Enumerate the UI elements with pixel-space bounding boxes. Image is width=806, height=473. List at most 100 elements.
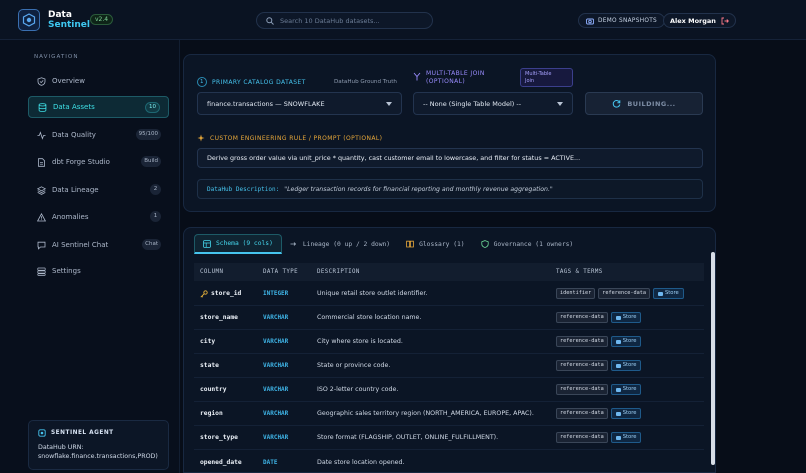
- user-name: Alex Morgan: [670, 16, 716, 25]
- sidebar-item-label: Data Lineage: [52, 186, 99, 194]
- sentinel-agent-panel: SENTINEL AGENT DataHub URN: snowflake.fi…: [28, 420, 169, 470]
- data-type: DATE: [263, 458, 278, 466]
- column-name: region: [200, 410, 223, 417]
- logout-icon[interactable]: [721, 17, 729, 25]
- tab-lineage[interactable]: Lineage (0 up / 2 down): [282, 234, 398, 254]
- table-row[interactable]: city VARCHAR City where store is located…: [194, 330, 704, 354]
- database-icon: [37, 102, 47, 112]
- datahub-description-value: "Ledger transaction records for financia…: [284, 185, 553, 193]
- primary-dataset-label: 1 PRIMARY CATALOG DATASET: [197, 77, 306, 87]
- column-name-cell: store_id: [200, 282, 241, 305]
- brand: Data Sentinel: [48, 10, 90, 30]
- glossary-term-badge[interactable]: Store: [610, 360, 642, 371]
- column-name: state: [200, 362, 219, 369]
- tab-schema-label: Schema (9 cols): [216, 240, 273, 247]
- table-row[interactable]: country VARCHAR ISO 2-letter country cod…: [194, 378, 704, 402]
- tag-badge[interactable]: reference-data: [556, 312, 608, 323]
- tags-cell: identifier reference-data Store: [556, 282, 684, 305]
- sidebar-item-data-quality[interactable]: Data Quality 95/100: [28, 124, 169, 146]
- tag-badge[interactable]: reference-data: [556, 336, 608, 347]
- schema-scrollbar[interactable]: [711, 252, 715, 465]
- agent-urn-line-1: DataHub URN:: [38, 444, 84, 451]
- shield-icon: [480, 240, 489, 248]
- sidebar-item-label: Data Quality: [52, 131, 96, 139]
- custom-rule-value: Derive gross order value via unit_price …: [207, 154, 581, 162]
- sidebar-item-data-lineage[interactable]: Data Lineage 2: [28, 179, 169, 201]
- tags-cell: reference-data Store: [556, 330, 642, 353]
- refresh-icon: [613, 100, 621, 108]
- tag-badge[interactable]: reference-data: [556, 384, 608, 395]
- chevron-down-icon: [386, 101, 392, 106]
- build-button-label: BUILDING...: [627, 99, 676, 108]
- tab-schema[interactable]: Schema (9 cols): [194, 234, 282, 254]
- sidebar-item-anomalies[interactable]: Anomalies 1: [28, 206, 169, 228]
- glossary-term-badge[interactable]: Store: [610, 432, 642, 443]
- term-label: Store: [622, 362, 637, 368]
- glossary-term-badge[interactable]: Store: [652, 288, 684, 299]
- sidebar-item-label: Anomalies: [52, 213, 89, 221]
- sidebar-item-ai-sentinel-chat[interactable]: AI Sentinel Chat Chat: [28, 234, 169, 256]
- data-type: INTEGER: [263, 290, 289, 297]
- join-table-value: -- None (Single Table Model) --: [423, 99, 522, 108]
- column-name: country: [200, 386, 227, 393]
- tags-cell: reference-data Store: [556, 306, 642, 329]
- multi-table-chip-line-1: Multi-Table: [525, 71, 552, 77]
- demo-snapshots-label: DEMO SNAPSHOTS: [598, 17, 658, 24]
- custom-rule-input[interactable]: Derive gross order value via unit_price …: [197, 148, 703, 168]
- demo-snapshots-button[interactable]: DEMO SNAPSHOTS: [578, 13, 666, 28]
- column-description: ISO 2-letter country code.: [317, 386, 399, 393]
- sidebar-item-settings[interactable]: Settings: [28, 260, 169, 282]
- sidebar-item-data-assets[interactable]: Data Assets 10: [28, 96, 169, 118]
- table-row[interactable]: store_type VARCHAR Store format (FLAGSHI…: [194, 426, 704, 450]
- schema-table-header: COLUMN DATA TYPE DESCRIPTION TAGS & TERM…: [194, 263, 704, 281]
- glossary-term-badge[interactable]: Store: [610, 312, 642, 323]
- table-row[interactable]: opened_date DATE Date store location ope…: [194, 450, 704, 472]
- custom-rule-label: CUSTOM ENGINEERING RULE / PROMPT (OPTION…: [197, 134, 382, 142]
- term-icon: [615, 315, 621, 320]
- dataset-details-card: Schema (9 cols) Lineage (0 up / 2 down) …: [183, 227, 716, 473]
- table-row[interactable]: region VARCHAR Geographic sales territor…: [194, 402, 704, 426]
- column-description: Unique retail store outlet identifier.: [317, 290, 428, 297]
- primary-dataset-label-text: PRIMARY CATALOG DATASET: [212, 78, 306, 86]
- column-name: store_name: [200, 314, 238, 321]
- sidebar-item-dbt-forge-studio[interactable]: dbt Forge Studio Build: [28, 151, 169, 173]
- user-menu-button[interactable]: Alex Morgan: [663, 13, 736, 28]
- agent-title-text: SENTINEL AGENT: [51, 430, 114, 436]
- term-label: Store: [622, 314, 637, 320]
- table-row[interactable]: state VARCHAR State or province code. re…: [194, 354, 704, 378]
- glossary-term-badge[interactable]: Store: [610, 408, 642, 419]
- ground-truth-label: DataHub Ground Truth: [334, 79, 397, 85]
- agent-icon: [38, 429, 46, 437]
- tab-glossary[interactable]: Glossary (1): [398, 234, 473, 254]
- version-badge: v2.4: [90, 14, 114, 25]
- search-input[interactable]: [280, 16, 420, 25]
- search-box[interactable]: [256, 12, 433, 29]
- tab-governance[interactable]: Governance (1 owners): [473, 234, 582, 254]
- join-table-select[interactable]: -- None (Single Table Model) --: [413, 92, 573, 115]
- glossary-term-badge[interactable]: Store: [610, 384, 642, 395]
- tag-badge[interactable]: reference-data: [598, 288, 650, 299]
- header-description: DESCRIPTION: [317, 269, 360, 275]
- build-button[interactable]: BUILDING...: [585, 92, 703, 115]
- tag-badge[interactable]: reference-data: [556, 432, 608, 443]
- column-description: City where store is located.: [317, 338, 403, 345]
- column-name: opened_date: [200, 458, 242, 466]
- primary-dataset-select[interactable]: finance.transactions — SNOWFLAKE: [197, 92, 402, 115]
- column-description: State or province code.: [317, 362, 391, 369]
- tab-glossary-label: Glossary (1): [419, 240, 465, 248]
- tag-badge[interactable]: identifier: [556, 288, 596, 299]
- sidebar-item-overview[interactable]: Overview: [28, 70, 169, 92]
- brand-line-1: Data: [48, 10, 72, 20]
- sidebar-item-label: Overview: [52, 77, 85, 85]
- glossary-term-badge[interactable]: Store: [610, 336, 642, 347]
- tag-badge[interactable]: reference-data: [556, 360, 608, 371]
- column-description: Commercial store location name.: [317, 314, 422, 321]
- table-row[interactable]: store_name VARCHAR Commercial store loca…: [194, 306, 704, 330]
- table-row[interactable]: store_id INTEGER Unique retail store out…: [194, 282, 704, 306]
- data-type: VARCHAR: [263, 338, 289, 345]
- data-type: VARCHAR: [263, 434, 289, 441]
- data-type: VARCHAR: [263, 386, 289, 393]
- tag-badge[interactable]: reference-data: [556, 408, 608, 419]
- merge-icon: [413, 72, 421, 81]
- nav-section-title: NAVIGATION: [34, 54, 79, 60]
